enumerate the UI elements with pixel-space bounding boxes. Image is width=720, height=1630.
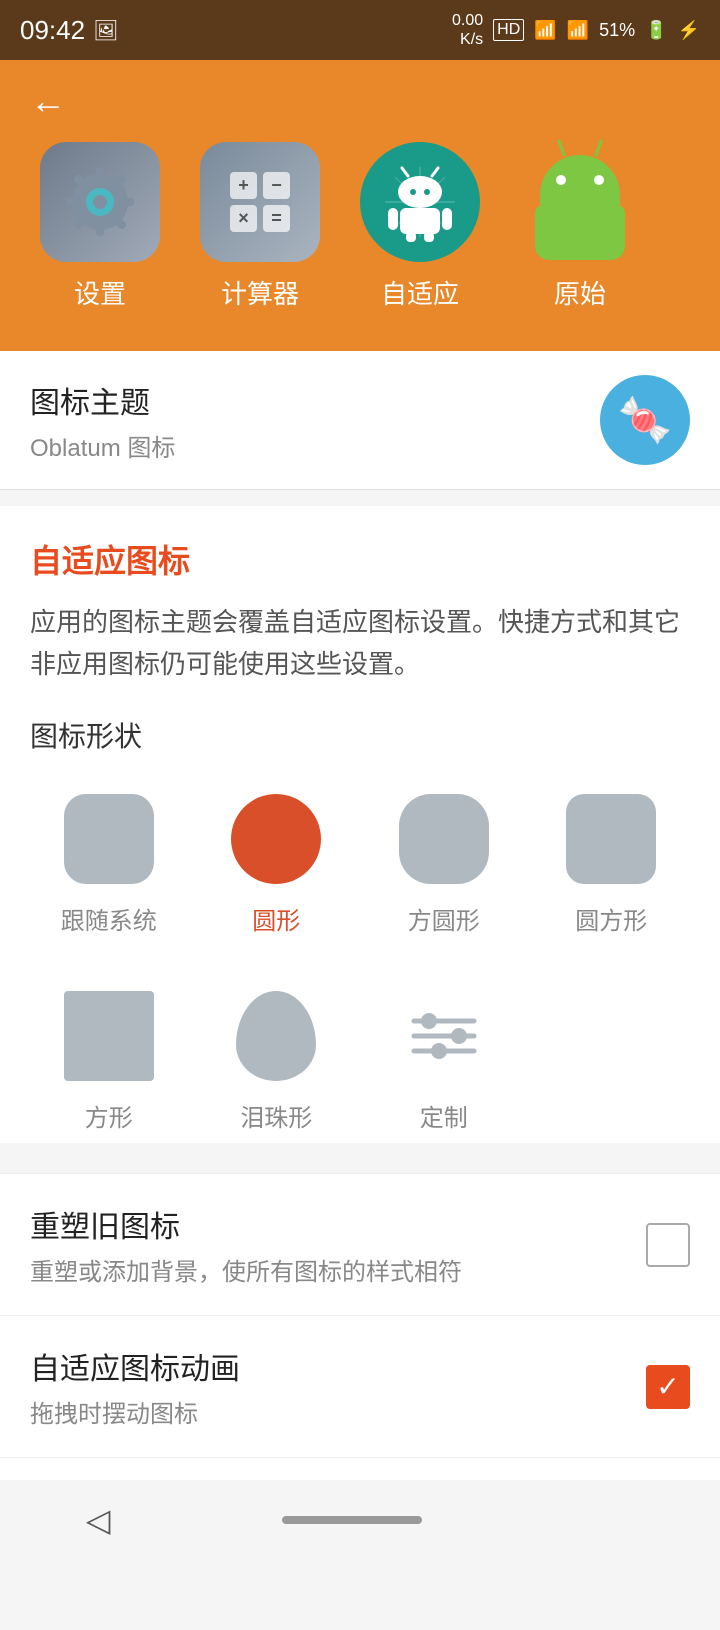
shape-grid-row1: 跟随系统 圆形 方圆形 圆方形 <box>30 779 690 946</box>
battery-icon: 🔋 <box>645 20 667 41</box>
original-icon-bg <box>520 142 640 262</box>
candy-icon: 🍬 <box>618 394 673 446</box>
checkmark-icon: ✓ <box>656 1370 679 1403</box>
animation-row-content: 自适应图标动画 拖拽时摆动图标 <box>30 1344 240 1429</box>
calc-grid: + − × = <box>230 172 290 232</box>
charge-icon: ⚡ <box>678 20 700 41</box>
icon-item-calc[interactable]: + − × = 计算器 <box>200 142 320 311</box>
reshape-row[interactable]: 重塑旧图标 重塑或添加背景，使所有图标的样式相符 <box>0 1173 720 1315</box>
reshape-title: 重塑旧图标 <box>30 1202 462 1246</box>
animation-subtitle: 拖拽时摆动图标 <box>30 1394 240 1429</box>
theme-info: 图标主题 Oblatum 图标 <box>30 378 175 463</box>
reshape-subtitle: 重塑或添加背景，使所有图标的样式相符 <box>30 1252 462 1287</box>
antenna-right <box>594 139 603 157</box>
settings-icon-label: 设置 <box>74 274 126 311</box>
calc-cell-3: × <box>230 205 257 232</box>
shape-box-squircle <box>394 789 494 889</box>
theme-icon: 🍬 <box>600 375 690 465</box>
shape-square <box>64 991 154 1081</box>
icon-item-settings[interactable]: 设置 <box>40 142 160 311</box>
shape-rounded-sq2 <box>566 794 656 884</box>
adaptive-section-title: 自适应图标 <box>30 536 690 582</box>
battery-level: 51% <box>599 20 635 41</box>
android-head-g <box>540 155 620 205</box>
icon-item-adaptive[interactable]: 自适应 <box>360 142 480 311</box>
shape-box-square <box>59 986 159 1086</box>
reshape-row-content: 重塑旧图标 重塑或添加背景，使所有图标的样式相符 <box>30 1202 462 1287</box>
adaptive-section: 自适应图标 应用的图标主题会覆盖自适应图标设置。快捷方式和其它非应用图标仍可能使… <box>0 506 720 1143</box>
status-bar: 09:42 🖼 0.00K/s HD 📶 📶 51% 🔋 ⚡ <box>0 0 720 60</box>
adaptive-icon-label: 自适应 <box>381 274 459 311</box>
calc-cell-1: + <box>230 172 257 199</box>
calc-cell-4: = <box>263 205 290 232</box>
shape-box-system <box>59 789 159 889</box>
signal-icon: 📶 <box>567 20 589 41</box>
calc-icon-bg: + − × = <box>200 142 320 262</box>
reshape-checkbox[interactable] <box>646 1223 690 1267</box>
theme-subtitle: Oblatum 图标 <box>30 428 175 463</box>
shape-circle <box>231 794 321 884</box>
settings-icon-bg <box>40 142 160 262</box>
shape-name-squircle: 方圆形 <box>408 901 480 936</box>
back-button[interactable]: ← <box>30 80 80 122</box>
shape-box-rounded-sq2 <box>561 789 661 889</box>
shape-item-squircle[interactable]: 方圆形 <box>365 779 523 946</box>
hd-badge: HD <box>493 19 524 41</box>
bottom-nav: ◁ <box>0 1480 720 1560</box>
animation-row[interactable]: 自适应图标动画 拖拽时摆动图标 ✓ <box>0 1315 720 1457</box>
shape-name-rounded-sq2: 圆方形 <box>575 901 647 936</box>
shape-rounded-sq <box>64 794 154 884</box>
icon-item-original[interactable]: 原始 <box>520 142 640 311</box>
animation-checkbox[interactable]: ✓ <box>646 1365 690 1409</box>
shape-item-square[interactable]: 方形 <box>30 976 188 1143</box>
animation-title: 自适应图标动画 <box>30 1344 240 1388</box>
status-left: 09:42 🖼 <box>20 15 118 46</box>
shape-name-teardrop: 泪珠形 <box>240 1098 312 1133</box>
adaptive-icon-bg <box>360 142 480 262</box>
shape-grid-row2: 方形 泪珠形 <box>30 976 690 1143</box>
settings-svg <box>60 162 140 242</box>
shape-box-circle <box>226 789 326 889</box>
theme-title: 图标主题 <box>30 378 175 422</box>
android-body-g <box>535 205 625 260</box>
shape-item-circle[interactable]: 圆形 <box>198 779 356 946</box>
shape-name-circle: 圆形 <box>252 901 300 936</box>
nav-home-indicator[interactable] <box>282 1516 422 1524</box>
shape-name-square: 方形 <box>85 1098 133 1133</box>
eye-left <box>556 175 566 185</box>
shape-item-teardrop[interactable]: 泪珠形 <box>198 976 356 1143</box>
icon-row: 设置 + − × = 计算器 <box>30 142 690 311</box>
status-time: 09:42 <box>20 15 85 46</box>
shape-empty <box>566 991 656 1081</box>
shape-item-empty <box>533 976 691 1143</box>
shape-squircle <box>399 794 489 884</box>
shape-box-teardrop <box>226 986 326 1086</box>
network-speed: 0.00K/s <box>452 11 483 49</box>
android-adaptive-svg <box>380 162 460 242</box>
status-right: 0.00K/s HD 📶 📶 51% 🔋 ⚡ <box>452 11 700 49</box>
shape-item-system[interactable]: 跟随系统 <box>30 779 188 946</box>
calc-icon-label: 计算器 <box>221 274 299 311</box>
shape-name-custom: 定制 <box>420 1098 468 1133</box>
original-icon-label: 原始 <box>554 274 606 311</box>
shape-custom-icon <box>399 991 489 1081</box>
adaptive-description: 应用的图标主题会覆盖自适应图标设置。快捷方式和其它非应用图标仍可能使用这些设置。 <box>30 602 690 685</box>
shape-name-system: 跟随系统 <box>61 901 157 936</box>
shape-section-label: 图标形状 <box>30 715 690 755</box>
android-green <box>535 145 625 260</box>
shape-box-custom <box>394 986 494 1086</box>
wifi-icon: 📶 <box>534 20 556 41</box>
antenna-left <box>557 139 566 157</box>
theme-section[interactable]: 图标主题 Oblatum 图标 🍬 <box>0 351 720 490</box>
header-banner: ← <box>0 60 720 351</box>
shape-teardrop <box>236 991 316 1081</box>
calc-cell-2: − <box>263 172 290 199</box>
shape-item-custom[interactable]: 定制 <box>365 976 523 1143</box>
shape-box-empty <box>561 986 661 1086</box>
eye-right <box>594 175 604 185</box>
nav-back-button[interactable]: ◁ <box>86 1501 111 1539</box>
custom-slider-icon <box>409 1001 479 1071</box>
shape-item-rounded-sq2[interactable]: 圆方形 <box>533 779 691 946</box>
photo-icon: 🖼 <box>93 18 118 43</box>
